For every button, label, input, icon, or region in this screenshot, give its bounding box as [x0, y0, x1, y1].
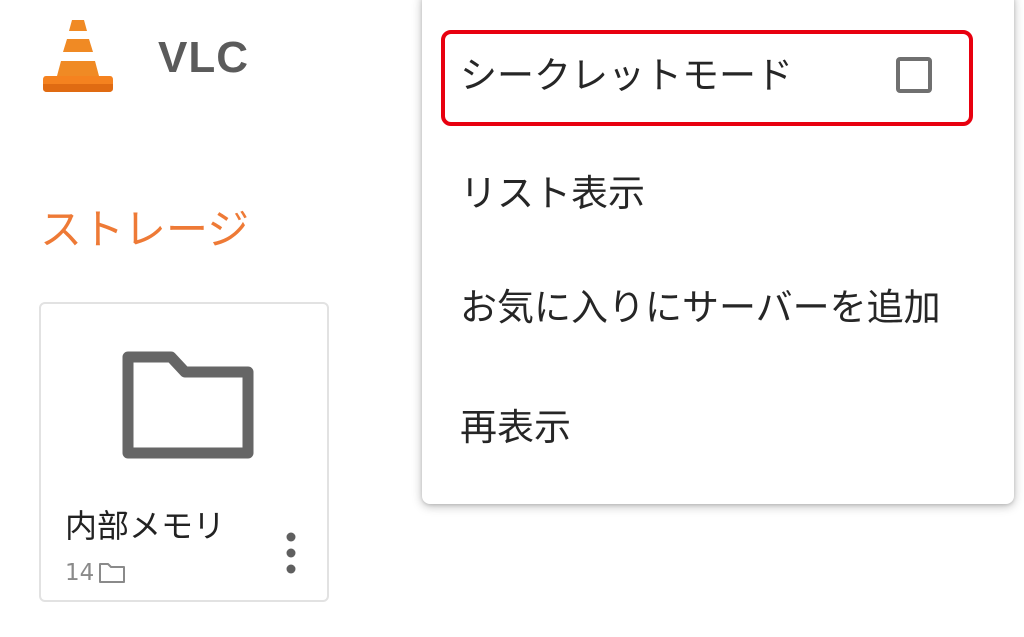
storage-name: 内部メモリ	[65, 507, 226, 545]
menu-item-label: お気に入りにサーバーを追加	[460, 286, 941, 329]
more-vert-icon[interactable]	[277, 530, 305, 576]
menu-item-label: リスト表示	[460, 172, 645, 215]
folder-icon	[122, 351, 254, 459]
incognito-checkbox[interactable]	[896, 57, 932, 93]
menu-item-label: 再表示	[460, 406, 571, 449]
menu-item-incognito-mode[interactable]: シークレットモード	[422, 26, 1014, 126]
storage-folder-count: 14	[65, 558, 126, 588]
folder-icon	[99, 563, 126, 583]
menu-item-refresh[interactable]: 再表示	[422, 378, 1014, 478]
folder-count-value: 14	[65, 560, 95, 586]
section-title-storage: ストレージ	[40, 205, 250, 254]
vlc-cone-icon	[43, 20, 113, 92]
storage-card-internal[interactable]: 内部メモリ 14	[39, 302, 329, 602]
menu-item-add-server-favorite[interactable]: お気に入りにサーバーを追加	[422, 258, 1014, 358]
overflow-menu: シークレットモード リスト表示 お気に入りにサーバーを追加 再表示	[422, 0, 1014, 504]
app-title: VLC	[158, 33, 249, 82]
menu-item-label: シークレットモード	[460, 54, 793, 97]
menu-item-list-view[interactable]: リスト表示	[422, 144, 1014, 244]
